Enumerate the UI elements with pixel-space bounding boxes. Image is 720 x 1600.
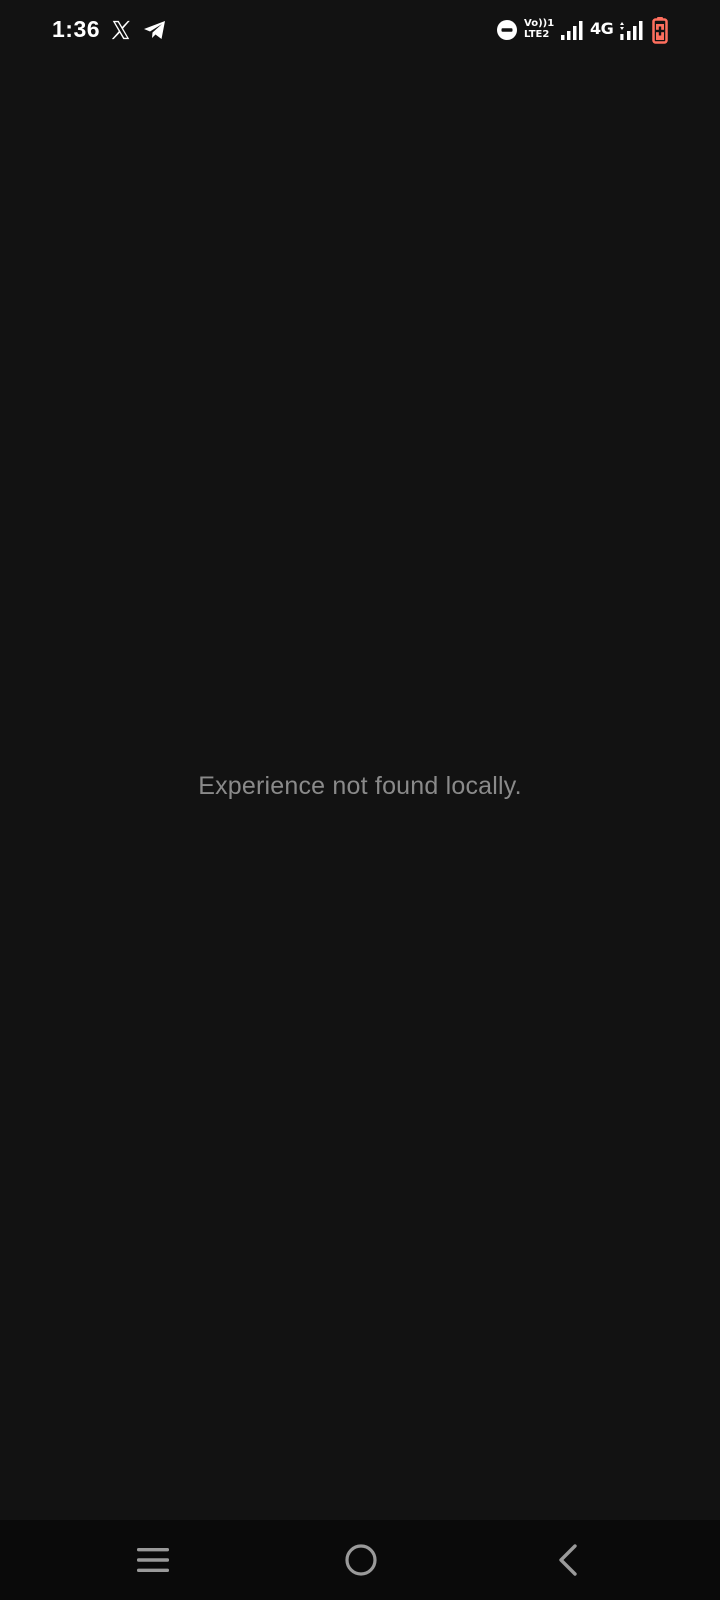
x-icon (111, 20, 130, 40)
status-bar: 1:36 Vo))1 LTE2 4G (0, 0, 720, 62)
home-button[interactable] (301, 1520, 421, 1600)
signal-icon (561, 21, 583, 40)
back-button[interactable] (508, 1520, 628, 1600)
app-screen: 1:36 Vo))1 LTE2 4G Experience not found … (0, 0, 720, 1600)
signal-icon (620, 21, 643, 40)
menu-icon (137, 1548, 169, 1572)
volte-indicator: Vo))1 LTE2 (524, 18, 555, 44)
navigation-bar (0, 1520, 720, 1600)
status-time: 1:36 (52, 16, 101, 42)
back-icon (559, 1544, 577, 1576)
home-icon (345, 1544, 377, 1576)
telegram-icon (144, 21, 165, 39)
recent-apps-button[interactable] (93, 1520, 213, 1600)
network-type: 4G (590, 19, 614, 38)
lte-label: LTE2 (524, 29, 550, 40)
experience-not-found-message: Experience not found locally. (198, 772, 522, 800)
volte-label: Vo))1 (524, 18, 555, 29)
battery-icon (652, 17, 668, 44)
dnd-icon (497, 20, 517, 40)
